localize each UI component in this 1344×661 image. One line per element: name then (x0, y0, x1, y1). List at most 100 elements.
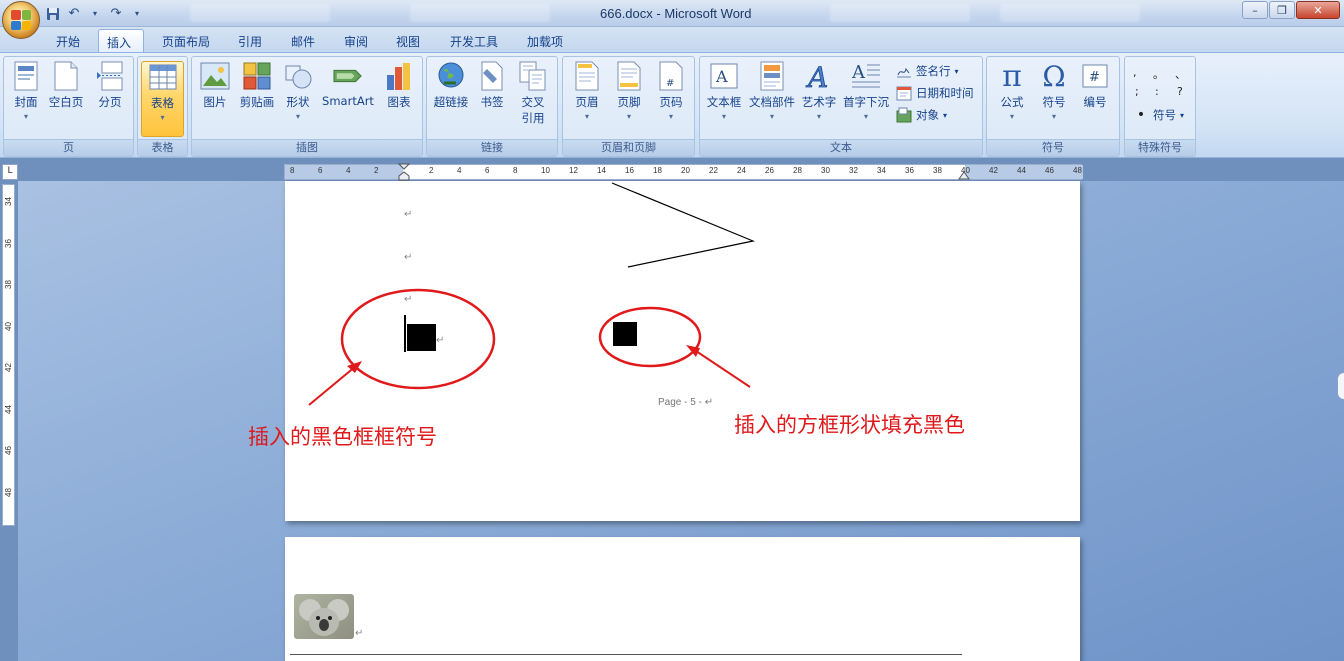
equation-button[interactable]: π 公式 ▾ (993, 58, 1031, 137)
cross-reference-label-2: 引用 (521, 111, 545, 125)
special-char-question[interactable]: ? (1177, 85, 1183, 98)
black-square-symbol[interactable] (407, 324, 436, 351)
undo-dropdown-icon[interactable]: ▾ (86, 5, 104, 23)
maximize-button[interactable]: ❐ (1269, 1, 1295, 19)
special-char-semicolon[interactable]: ; (1135, 85, 1139, 98)
horizontal-ruler[interactable]: 8 6 4 2 2 4 6 8 10 12 14 16 18 20 22 24 26 28 30 32 34 36 38 40… (284, 163, 1083, 181)
customize-qat-icon[interactable]: ▾ (128, 5, 146, 23)
textbox-button[interactable]: A 文本框 ▾ (704, 61, 744, 137)
picture-label: 图片 (203, 95, 227, 109)
group-label-symbols: 符号 (987, 139, 1119, 156)
tab-developer[interactable]: 开发工具 (442, 29, 506, 53)
tab-insert[interactable]: 插入 (98, 29, 144, 53)
special-char-enum-comma[interactable]: 、 (1175, 66, 1186, 82)
object-button[interactable]: 对象 ▾ (896, 105, 947, 125)
clipart-button[interactable]: 剪贴画 (236, 61, 278, 137)
ruler-number: 4 (346, 166, 351, 175)
cover-page-button[interactable]: 封面 ▾ (8, 61, 44, 137)
ruler-number: 38 (4, 280, 13, 289)
tab-references[interactable]: 引用 (230, 29, 270, 53)
cross-reference-icon (518, 61, 548, 91)
ruler-number: 18 (653, 166, 662, 175)
window-title: 666.docx - Microsoft Word (600, 6, 752, 21)
page-number-button[interactable]: # 页码 ▾ (653, 61, 689, 137)
tab-review[interactable]: 审阅 (336, 29, 376, 53)
quick-parts-icon (757, 61, 787, 91)
ribbon-tabs: 开始 插入 页面布局 引用 邮件 审阅 视图 开发工具 加载项 (0, 27, 1344, 53)
black-filled-rectangle-shape[interactable] (613, 322, 637, 346)
blank-page-button[interactable]: 空白页 (46, 61, 86, 137)
ruler-number: 8 (290, 166, 295, 175)
redo-icon[interactable]: ↷ (107, 5, 125, 23)
special-symbol-label: 符号 (1153, 108, 1176, 122)
indent-marker-icon[interactable] (398, 163, 410, 181)
ruler-number: 8 (513, 166, 518, 175)
tab-selector[interactable]: L (2, 164, 18, 180)
date-time-button[interactable]: 日期和时间 (896, 83, 974, 103)
group-special-symbols: , 。 、 ; : ? • 符号 ▾ 特殊符号 (1124, 56, 1196, 157)
symbol-button[interactable]: Ω 符号 ▾ (1037, 60, 1071, 137)
header-button[interactable]: 页眉 ▾ (569, 61, 605, 137)
tab-page-layout[interactable]: 页面布局 (154, 29, 218, 53)
quick-parts-button[interactable]: 文档部件 ▾ (747, 61, 797, 137)
paragraph-mark: ↵ (436, 335, 445, 346)
document-workspace: ↵ ↵ ↵ ↵ Page - 5 - ↵ ↵ (18, 181, 1344, 661)
signature-line-button[interactable]: 签名行 ▾ (896, 61, 959, 81)
date-time-label: 日期和时间 (916, 86, 974, 100)
chart-button[interactable]: 图表 (382, 61, 416, 137)
hyperlink-button[interactable]: 超链接 (430, 61, 472, 137)
footer-button[interactable]: 页脚 ▾ (611, 61, 647, 137)
group-text: A 文本框 ▾ 文档部件 ▾ A 艺术字 ▾ A 首字下沉 ▾ 签名行 ▾ 日期… (699, 56, 983, 157)
paragraph-mark: ↵ (404, 252, 413, 263)
page-footer: Page - 5 - ↵ (658, 397, 713, 408)
bullet-icon: • (1136, 107, 1146, 123)
ruler-number: 6 (485, 166, 490, 175)
tab-mailings[interactable]: 邮件 (283, 29, 323, 53)
minimize-button[interactable]: – (1242, 1, 1268, 19)
tab-view[interactable]: 视图 (388, 29, 428, 53)
cross-reference-button[interactable]: 交叉 引用 (513, 61, 553, 137)
document-page[interactable]: ↵ (285, 537, 1080, 661)
special-char-comma[interactable]: , (1133, 66, 1137, 79)
picture-button[interactable]: 图片 (198, 61, 232, 137)
wordart-button[interactable]: A 艺术字 ▾ (800, 61, 838, 137)
dropdown-arrow-icon: ▾ (816, 112, 821, 121)
wordart-label: 艺术字 (801, 95, 837, 109)
scroll-handle[interactable] (1337, 372, 1344, 400)
pi-icon: π (1002, 58, 1022, 94)
bookmark-label: 书签 (480, 95, 504, 109)
close-button[interactable]: ✕ (1296, 1, 1340, 19)
save-icon[interactable] (44, 5, 62, 23)
smartart-button[interactable]: SmartArt (318, 61, 378, 137)
koala-picture[interactable] (294, 594, 354, 639)
office-button[interactable] (2, 1, 40, 39)
group-links: 超链接 书签 交叉 引用 链接 (426, 56, 558, 157)
right-indent-marker-icon[interactable] (958, 170, 970, 180)
numbering-button[interactable]: # 编号 (1077, 61, 1113, 137)
document-page[interactable]: ↵ ↵ ↵ ↵ Page - 5 - ↵ (285, 181, 1080, 521)
special-char-period[interactable]: 。 (1153, 66, 1164, 82)
svg-text:A: A (805, 61, 828, 91)
ruler-number: 10 (541, 166, 550, 175)
symbol-label: 符号 (1042, 95, 1066, 109)
dropdown-arrow-icon: ▾ (160, 113, 165, 122)
ruler-number: 4 (457, 166, 462, 175)
svg-text:A: A (715, 67, 728, 86)
title-bar: ↶ ▾ ↷ ▾ 666.docx - Microsoft Word – ❐ ✕ (0, 0, 1344, 27)
dropcap-button[interactable]: A 首字下沉 ▾ (841, 61, 891, 137)
page-break-button[interactable]: 分页 (92, 61, 128, 137)
tab-addins[interactable]: 加载项 (519, 29, 571, 53)
bookmark-button[interactable]: 书签 (475, 61, 509, 137)
tab-home[interactable]: 开始 (48, 29, 88, 53)
shapes-button[interactable]: 形状 ▾ (282, 61, 314, 137)
background-window-tab (1000, 4, 1140, 22)
ruler-number: 14 (597, 166, 606, 175)
vertical-ruler[interactable]: 34 36 38 40 42 44 46 48 (2, 184, 15, 526)
group-label-tables: 表格 (138, 139, 187, 156)
special-symbol-button[interactable]: • 符号 ▾ (1133, 105, 1184, 125)
undo-icon[interactable]: ↶ (65, 5, 83, 23)
background-window-tab (190, 4, 330, 22)
special-char-colon[interactable]: : (1155, 85, 1159, 98)
textbox-icon: A (709, 61, 739, 91)
table-button[interactable]: 表格 ▾ (141, 61, 184, 137)
